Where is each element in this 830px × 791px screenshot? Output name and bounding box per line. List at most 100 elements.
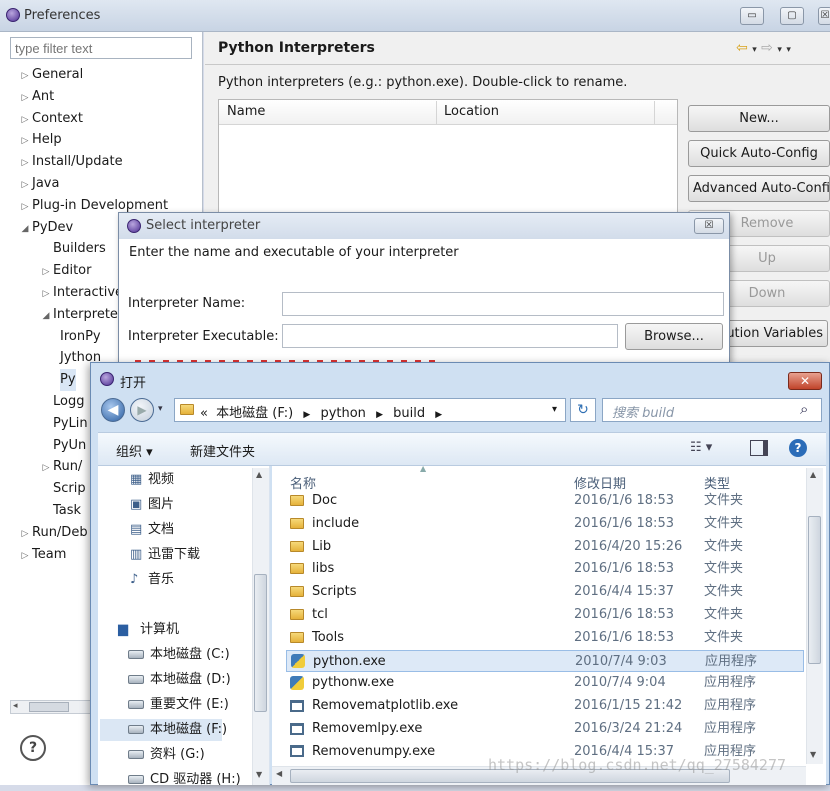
nav-scroll-thumb[interactable]	[254, 574, 267, 712]
collapsed-arrow-icon[interactable]: ▷	[39, 457, 53, 479]
scroll-down-icon[interactable]: ▼	[256, 770, 262, 779]
view-options-icon[interactable]: ☷ ▾	[690, 440, 712, 455]
nav-item-computer[interactable]: ▆ 计算机	[118, 619, 179, 641]
minimize-button[interactable]: ▭	[740, 7, 764, 25]
help-icon[interactable]: ?	[789, 439, 807, 457]
collapsed-arrow-icon[interactable]: ▷	[18, 109, 32, 131]
tree-item[interactable]: ▷ Help	[18, 129, 62, 151]
chevron-right-icon[interactable]: ▶	[303, 410, 310, 420]
tree-item[interactable]: PyLin	[39, 413, 88, 435]
scroll-down-icon[interactable]: ▼	[810, 750, 816, 759]
column-name[interactable]: Name	[227, 104, 265, 119]
file-row[interactable]: python.exe 2010/7/4 9:03 应用程序	[286, 649, 804, 672]
tree-item[interactable]: Scrip	[39, 478, 86, 500]
file-row[interactable]: pythonw.exe 2010/7/4 9:04 应用程序	[286, 672, 804, 694]
tree-item[interactable]: ▷ Run/Deb	[18, 522, 88, 544]
tree-item[interactable]: IronPy	[60, 326, 101, 348]
refresh-icon[interactable]: ↻	[570, 398, 596, 422]
advanced-auto-config-button[interactable]: Advanced Auto-Config	[688, 175, 830, 202]
tree-item[interactable]: ▷ Run/	[39, 456, 83, 479]
help-icon[interactable]: ?	[20, 735, 46, 761]
nav-item-library[interactable]: ▣ 图片	[130, 494, 174, 516]
history-nav[interactable]: ⇦ ▾ ⇨ ▾ ▾	[736, 40, 791, 56]
nav-item-library[interactable]: ▤ 文档	[130, 519, 174, 541]
breadcrumb-overflow[interactable]: «	[200, 406, 208, 421]
tree-item[interactable]: Logg	[39, 391, 84, 413]
interpreter-executable-field[interactable]	[282, 324, 618, 348]
dialog-close-button[interactable]: ☒	[694, 218, 724, 234]
nav-item-drive[interactable]: 资料 (G:)	[128, 744, 205, 766]
view-menu-icon[interactable]: ▾	[786, 45, 791, 55]
file-row[interactable]: tcl 2016/1/6 18:53 文件夹	[286, 604, 804, 626]
tree-item[interactable]: Builders	[39, 238, 106, 260]
expanded-arrow-icon[interactable]: ◢	[18, 218, 32, 240]
tree-item[interactable]: ◢ Interprete	[39, 304, 118, 326]
scroll-left-icon[interactable]: ◂	[13, 701, 18, 711]
file-scroll-thumb[interactable]	[808, 516, 821, 664]
scroll-up-icon[interactable]: ▲	[810, 470, 816, 479]
tree-item[interactable]: ▷ General	[18, 64, 84, 87]
recent-locations-icon[interactable]: ▾	[158, 404, 163, 414]
interpreter-name-field[interactable]	[282, 292, 724, 316]
forward-dropdown-icon[interactable]: ▾	[777, 45, 782, 55]
nav-item-drive[interactable]: 本地磁盘 (D:)	[128, 669, 231, 691]
file-row[interactable]: Tools 2016/1/6 18:53 文件夹	[286, 627, 804, 649]
file-row[interactable]: Doc 2016/1/6 18:53 文件夹	[286, 490, 804, 512]
collapsed-arrow-icon[interactable]: ▷	[18, 174, 32, 196]
file-row[interactable]: include 2016/1/6 18:53 文件夹	[286, 513, 804, 535]
tree-item[interactable]: ◢ PyDev	[18, 217, 74, 240]
browse-button[interactable]: Browse...	[625, 323, 723, 350]
expanded-arrow-icon[interactable]: ◢	[39, 305, 53, 327]
tree-item[interactable]: ▷ Team	[18, 544, 67, 566]
scroll-left-icon[interactable]: ◀	[276, 769, 282, 778]
maximize-button[interactable]: ▢	[780, 7, 804, 25]
file-row[interactable]: Removemlpy.exe 2016/3/24 21:24 应用程序	[286, 718, 804, 740]
nav-item-drive[interactable]: 本地磁盘 (C:)	[128, 644, 230, 666]
collapsed-arrow-icon[interactable]: ▷	[18, 65, 32, 87]
quick-auto-config-button[interactable]: Quick Auto-Config	[688, 140, 830, 167]
tree-item[interactable]: Task	[39, 500, 81, 522]
tree-hscroll-thumb[interactable]	[29, 702, 69, 712]
file-row[interactable]: libs 2016/1/6 18:53 文件夹	[286, 558, 804, 580]
new-button[interactable]: New...	[688, 105, 830, 132]
scroll-up-icon[interactable]: ▲	[256, 470, 262, 479]
breadcrumb[interactable]: « 本地磁盘 (F:) ▶ python ▶ build ▶	[200, 402, 448, 421]
breadcrumb-item[interactable]: python	[320, 406, 365, 421]
collapsed-arrow-icon[interactable]: ▷	[39, 261, 53, 283]
collapsed-arrow-icon[interactable]: ▷	[18, 87, 32, 109]
collapsed-arrow-icon[interactable]: ▷	[39, 283, 53, 305]
collapsed-arrow-icon[interactable]: ▷	[18, 196, 32, 218]
nav-item-library[interactable]: ▦ 视频	[130, 469, 174, 491]
tree-item[interactable]: ▷ Editor	[39, 260, 92, 283]
forward-arrow-icon[interactable]: ⇨	[761, 40, 773, 56]
forward-button[interactable]: ▶	[130, 398, 154, 422]
collapsed-arrow-icon[interactable]: ▷	[18, 130, 32, 152]
file-scrollbar[interactable]: ▲ ▼	[806, 468, 823, 764]
nav-item-library[interactable]: ▥ 迅雷下载	[130, 544, 200, 566]
open-dialog-close-button[interactable]: ✕	[788, 372, 822, 390]
nav-item-drive[interactable]: 重要文件 (E:)	[128, 694, 229, 716]
back-button[interactable]: ◀	[101, 398, 125, 422]
breadcrumb-item[interactable]: 本地磁盘 (F:)	[216, 406, 293, 421]
chevron-right-icon[interactable]: ▶	[435, 410, 442, 420]
nav-item-drive[interactable]: 本地磁盘 (F:)	[100, 719, 227, 741]
address-dropdown-icon[interactable]: ▾	[552, 404, 557, 415]
back-dropdown-icon[interactable]: ▾	[752, 45, 757, 55]
back-arrow-icon[interactable]: ⇦	[736, 40, 748, 56]
tree-item[interactable]: ▷ Context	[18, 108, 83, 130]
collapsed-arrow-icon[interactable]: ▷	[18, 152, 32, 174]
new-folder-button[interactable]: 新建文件夹	[190, 441, 255, 460]
tree-item[interactable]: PyUn	[39, 435, 86, 457]
file-row[interactable]: Lib 2016/4/20 15:26 文件夹	[286, 536, 804, 558]
preview-pane-icon[interactable]	[750, 440, 768, 456]
nav-item-drive[interactable]: CD 驱动器 (H:)	[128, 769, 241, 791]
tree-item[interactable]: ▷ Install/Update	[18, 151, 123, 173]
nav-item-library[interactable]: ♪ 音乐	[130, 569, 174, 591]
tree-item[interactable]: ▷ Ant	[18, 86, 55, 109]
close-button[interactable]: ☒	[818, 7, 830, 25]
tree-item[interactable]: ▷ Interactive	[39, 282, 124, 305]
organize-button[interactable]: 组织 ▾	[116, 441, 153, 460]
nav-scrollbar[interactable]: ▲ ▼	[252, 468, 269, 785]
breadcrumb-item[interactable]: build	[393, 406, 425, 421]
file-row[interactable]: Removematplotlib.exe 2016/1/15 21:42 应用程序	[286, 695, 804, 717]
